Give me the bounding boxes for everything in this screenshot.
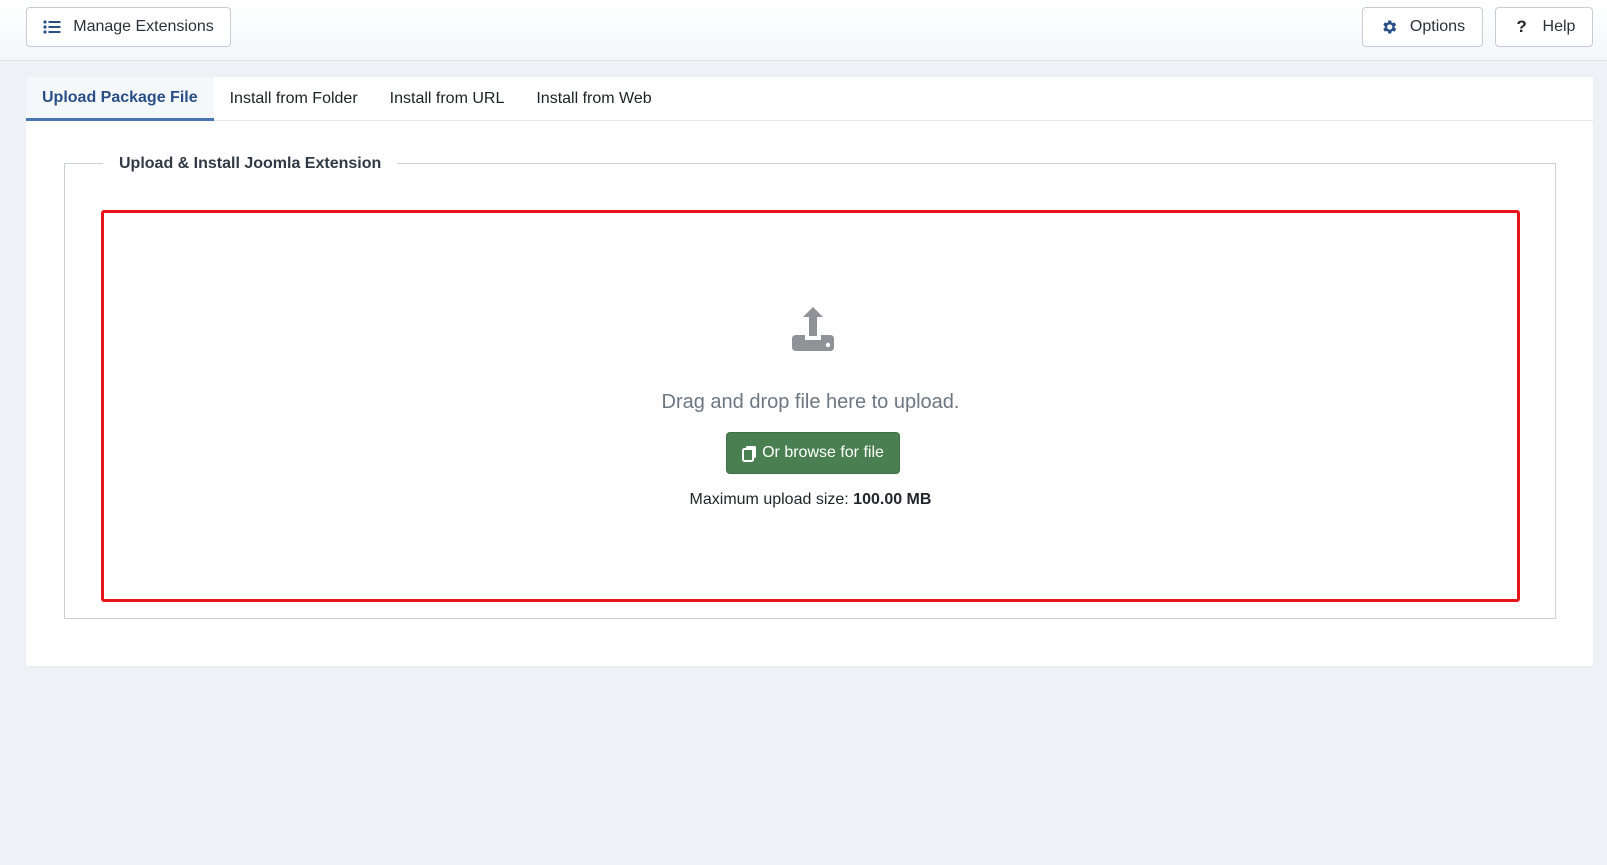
browse-file-label: Or browse for file [762, 444, 884, 461]
max-upload-label: Maximum upload size: [689, 491, 849, 508]
tab-install-from-web[interactable]: Install from Web [520, 77, 667, 121]
options-button[interactable]: Options [1362, 7, 1483, 47]
toolbar: Manage Extensions Options ? Help [0, 0, 1607, 61]
gear-icon [1380, 18, 1398, 36]
browse-file-button[interactable]: Or browse for file [726, 432, 900, 474]
upload-legend: Upload & Install Joomla Extension [103, 154, 398, 174]
max-upload-size: Maximum upload size: 100.00 MB [104, 491, 1517, 509]
installer-card: Upload Package File Install from Folder … [26, 77, 1593, 666]
tab-upload-package-file[interactable]: Upload Package File [26, 77, 214, 121]
upload-icon [787, 303, 839, 355]
question-icon: ? [1516, 17, 1527, 36]
manage-extensions-button[interactable]: Manage Extensions [26, 7, 231, 47]
help-label: Help [1542, 18, 1576, 35]
copy-icon [742, 445, 757, 462]
options-label: Options [1409, 18, 1466, 35]
max-upload-value: 100.00 MB [853, 491, 932, 508]
upload-dropzone[interactable]: Drag and drop file here to upload. Or br… [101, 210, 1520, 602]
help-button[interactable]: ? Help [1495, 7, 1593, 47]
list-icon [43, 18, 61, 36]
tab-install-from-url[interactable]: Install from URL [374, 77, 521, 121]
installer-tabs: Upload Package File Install from Folder … [26, 77, 1593, 121]
tab-install-from-folder[interactable]: Install from Folder [214, 77, 374, 121]
drag-drop-text: Drag and drop file here to upload. [661, 391, 960, 413]
upload-fieldset: Upload & Install Joomla Extension Drag a… [64, 154, 1556, 619]
manage-extensions-label: Manage Extensions [73, 18, 214, 35]
